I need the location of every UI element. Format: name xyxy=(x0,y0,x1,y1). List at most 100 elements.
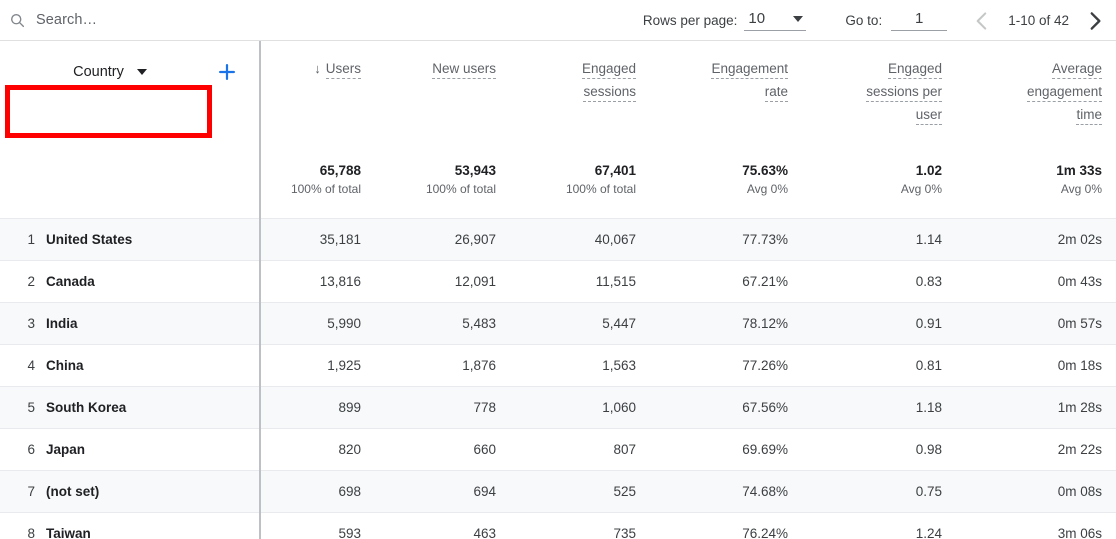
column-header-line: Average xyxy=(1052,61,1102,79)
column-header-label: Engagedsessions xyxy=(510,57,636,103)
metric-cell-0: 593 xyxy=(259,526,375,539)
metric-cell-3: 76.24% xyxy=(650,526,802,539)
metric-cell-0: 899 xyxy=(259,400,375,415)
row-index: 3 xyxy=(0,316,46,331)
column-header-4[interactable]: Engagedsessions peruser xyxy=(802,57,956,162)
row-label[interactable]: South Korea xyxy=(46,400,126,415)
row-label[interactable]: (not set) xyxy=(46,484,99,499)
row-metrics: 35,18126,90740,06777.73%1.142m 02s xyxy=(259,232,1116,247)
search-icon xyxy=(9,12,26,29)
metric-cell-5: 2m 22s xyxy=(956,442,1116,457)
column-header-line: user xyxy=(916,107,942,125)
row-metrics: 69869452574.68%0.750m 08s xyxy=(259,484,1116,499)
metric-cell-2: 5,447 xyxy=(510,316,650,331)
column-header-label: ↓Users xyxy=(259,57,361,80)
metric-cell-4: 0.75 xyxy=(802,484,956,499)
metric-cell-1: 778 xyxy=(375,400,510,415)
add-dimension-button[interactable] xyxy=(216,61,238,83)
rows-per-page-value: 10 xyxy=(748,10,765,27)
column-header-line: time xyxy=(1076,107,1102,125)
totals-value: 1.02 xyxy=(802,162,942,179)
row-metrics: 1,9251,8761,56377.26%0.810m 18s xyxy=(259,358,1116,373)
page-range-text: 1-10 of 42 xyxy=(995,13,1082,28)
row-metrics: 59346373576.24%1.243m 06s xyxy=(259,526,1116,539)
totals-subtext: Avg 0% xyxy=(802,181,942,198)
table-row[interactable]: 8Taiwan59346373576.24%1.243m 06s xyxy=(0,512,1116,539)
metric-cell-0: 13,816 xyxy=(259,274,375,289)
totals-cell-5: 1m 33sAvg 0% xyxy=(956,162,1116,218)
table-toolbar: Search… Rows per page: 10 Go to: 1-10 of… xyxy=(0,0,1116,41)
row-label[interactable]: Taiwan xyxy=(46,526,91,539)
column-header-1[interactable]: New users xyxy=(375,57,510,162)
metric-cell-2: 525 xyxy=(510,484,650,499)
metric-cell-1: 1,876 xyxy=(375,358,510,373)
table-row[interactable]: 7(not set)69869452574.68%0.750m 08s xyxy=(0,470,1116,512)
dimension-selector-label: Country xyxy=(73,64,124,80)
row-index: 2 xyxy=(0,274,46,289)
row-dimension-cell: 4China xyxy=(0,358,259,373)
column-header-line: sessions per xyxy=(866,84,942,102)
row-label[interactable]: Canada xyxy=(46,274,95,289)
rows-per-page-select[interactable]: 10 xyxy=(744,10,806,31)
search-placeholder[interactable]: Search… xyxy=(36,12,97,28)
column-header-5[interactable]: Averageengagementtime xyxy=(956,57,1116,162)
table-row[interactable]: 3India5,9905,4835,44778.12%0.910m 57s xyxy=(0,302,1116,344)
analytics-table-screen: Search… Rows per page: 10 Go to: 1-10 of… xyxy=(0,0,1116,539)
table-row[interactable]: 2Canada13,81612,09111,51567.21%0.830m 43… xyxy=(0,260,1116,302)
row-label[interactable]: United States xyxy=(46,232,132,247)
totals-cell-3: 75.63%Avg 0% xyxy=(650,162,802,218)
row-dimension-cell: 1United States xyxy=(0,232,259,247)
dimension-selector[interactable]: Country xyxy=(19,52,201,92)
row-metrics: 8997781,06067.56%1.181m 28s xyxy=(259,400,1116,415)
metric-cell-5: 0m 08s xyxy=(956,484,1116,499)
table-row[interactable]: 5South Korea8997781,06067.56%1.181m 28s xyxy=(0,386,1116,428)
goto-label: Go to: xyxy=(845,13,882,28)
arrow-down-icon: ↓ xyxy=(314,61,321,76)
chevron-left-icon[interactable] xyxy=(969,8,995,34)
metric-cell-3: 69.69% xyxy=(650,442,802,457)
metric-cell-1: 12,091 xyxy=(375,274,510,289)
metric-cell-0: 35,181 xyxy=(259,232,375,247)
goto-page-input[interactable] xyxy=(891,10,947,31)
highlight-box xyxy=(5,85,212,138)
column-divider xyxy=(259,41,261,539)
totals-cell-2: 67,401100% of total xyxy=(510,162,650,218)
metric-cell-2: 807 xyxy=(510,442,650,457)
metric-cell-5: 0m 18s xyxy=(956,358,1116,373)
chevron-right-icon[interactable] xyxy=(1082,8,1108,34)
table-row[interactable]: 6Japan82066080769.69%0.982m 22s xyxy=(0,428,1116,470)
metric-cell-2: 40,067 xyxy=(510,232,650,247)
column-header-2[interactable]: Engagedsessions xyxy=(510,57,650,162)
row-dimension-cell: 7(not set) xyxy=(0,484,259,499)
totals-value: 1m 33s xyxy=(956,162,1102,179)
row-dimension-cell: 8Taiwan xyxy=(0,526,259,539)
totals-subtext: 100% of total xyxy=(510,181,636,198)
totals-cell-4: 1.02 Avg 0% xyxy=(802,162,956,218)
metric-cell-4: 0.81 xyxy=(802,358,956,373)
row-label[interactable]: China xyxy=(46,358,84,373)
column-header-label: New users xyxy=(375,57,496,80)
column-header-0[interactable]: ↓Users xyxy=(259,57,375,162)
totals-value: 65,788 xyxy=(259,162,361,179)
metric-cell-4: 1.18 xyxy=(802,400,956,415)
totals-subtext: 100% of total xyxy=(375,181,496,198)
row-label[interactable]: India xyxy=(46,316,78,331)
metric-cell-2: 1,563 xyxy=(510,358,650,373)
row-label[interactable]: Japan xyxy=(46,442,85,457)
metric-cell-2: 1,060 xyxy=(510,400,650,415)
table-row[interactable]: 1United States35,18126,90740,06777.73%1.… xyxy=(0,218,1116,260)
column-header-label: Engagedsessions peruser xyxy=(802,57,942,126)
row-dimension-cell: 2Canada xyxy=(0,274,259,289)
search-box[interactable]: Search… xyxy=(9,12,97,29)
totals-cell-1: 53,943 100% of total xyxy=(375,162,510,218)
column-header-line: New users xyxy=(432,61,496,79)
metric-cell-4: 0.91 xyxy=(802,316,956,331)
column-header-line: Engaged xyxy=(582,61,636,79)
table-row[interactable]: 4China1,9251,8761,56377.26%0.810m 18s xyxy=(0,344,1116,386)
metric-cell-0: 698 xyxy=(259,484,375,499)
metric-cell-2: 11,515 xyxy=(510,274,650,289)
totals-value: 53,943 xyxy=(375,162,496,179)
metric-cell-4: 1.24 xyxy=(802,526,956,539)
column-header-3[interactable]: Engagementrate xyxy=(650,57,802,162)
chevron-down-icon xyxy=(793,16,803,22)
